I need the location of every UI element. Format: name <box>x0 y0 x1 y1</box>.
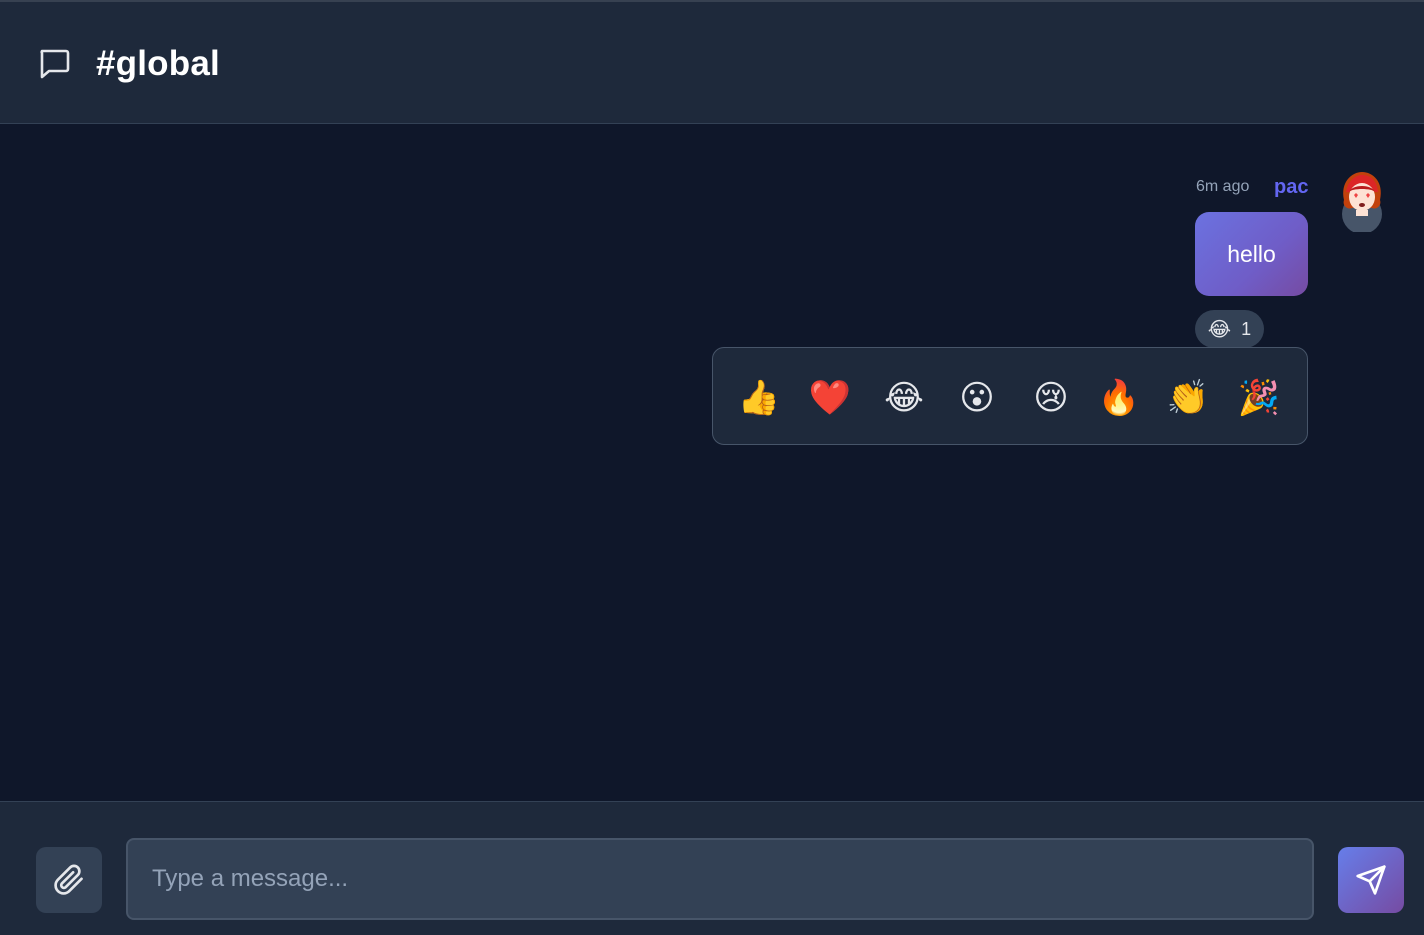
message-input[interactable] <box>126 838 1314 920</box>
message-timestamp: 6m ago <box>1196 178 1250 195</box>
channel-title: #global <box>96 44 220 83</box>
reaction-option-party[interactable]: 🎉 <box>1237 376 1281 420</box>
send-icon <box>1356 865 1386 895</box>
channel-header: #global <box>0 0 1424 124</box>
reaction-emoji: 😂 <box>1207 318 1232 341</box>
attach-button[interactable] <box>36 847 102 913</box>
message-bubble[interactable]: hello <box>1195 212 1308 296</box>
reaction-count: 1 <box>1241 318 1252 339</box>
reaction-option-sad[interactable]: 😢 <box>1029 376 1073 420</box>
reaction-chip[interactable]: 😂 1 <box>1195 310 1264 348</box>
reaction-option-surprised[interactable]: 😮 <box>955 376 999 420</box>
reaction-option-fire[interactable]: 🔥 <box>1097 376 1141 420</box>
message-username[interactable]: pac <box>1274 176 1308 199</box>
reaction-picker: 👍 ❤️ 😂 😮 😢 🔥 👏 🎉 <box>712 347 1308 445</box>
chat-app: #global 6m ago pac hello 😂 1 👍 ❤️ 😂 😮 😢 … <box>0 0 1424 935</box>
reaction-option-laugh[interactable]: 😂 <box>882 376 926 420</box>
reaction-option-clap[interactable]: 👏 <box>1166 376 1210 420</box>
message-composer <box>0 801 1424 935</box>
paperclip-icon <box>54 864 83 895</box>
chat-bubble-icon <box>40 49 70 79</box>
avatar[interactable] <box>1336 170 1388 232</box>
send-button[interactable] <box>1338 847 1404 913</box>
reaction-option-heart[interactable]: ❤️ <box>808 376 852 420</box>
reaction-option-thumbs-up[interactable]: 👍 <box>737 376 781 420</box>
